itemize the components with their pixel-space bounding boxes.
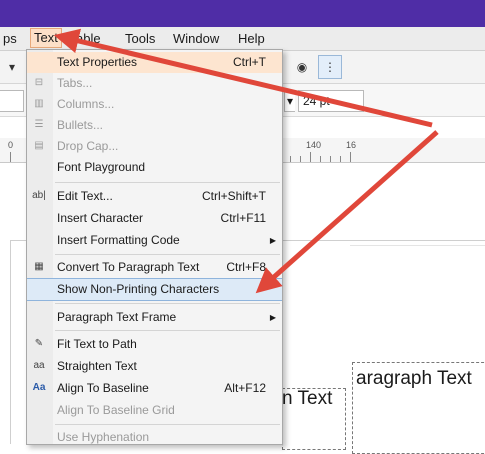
annotation-arrows (53, 28, 439, 294)
annotation-arrow-to-show-non-printing (255, 130, 439, 294)
annotation-arrow-to-text-menu (53, 28, 433, 128)
